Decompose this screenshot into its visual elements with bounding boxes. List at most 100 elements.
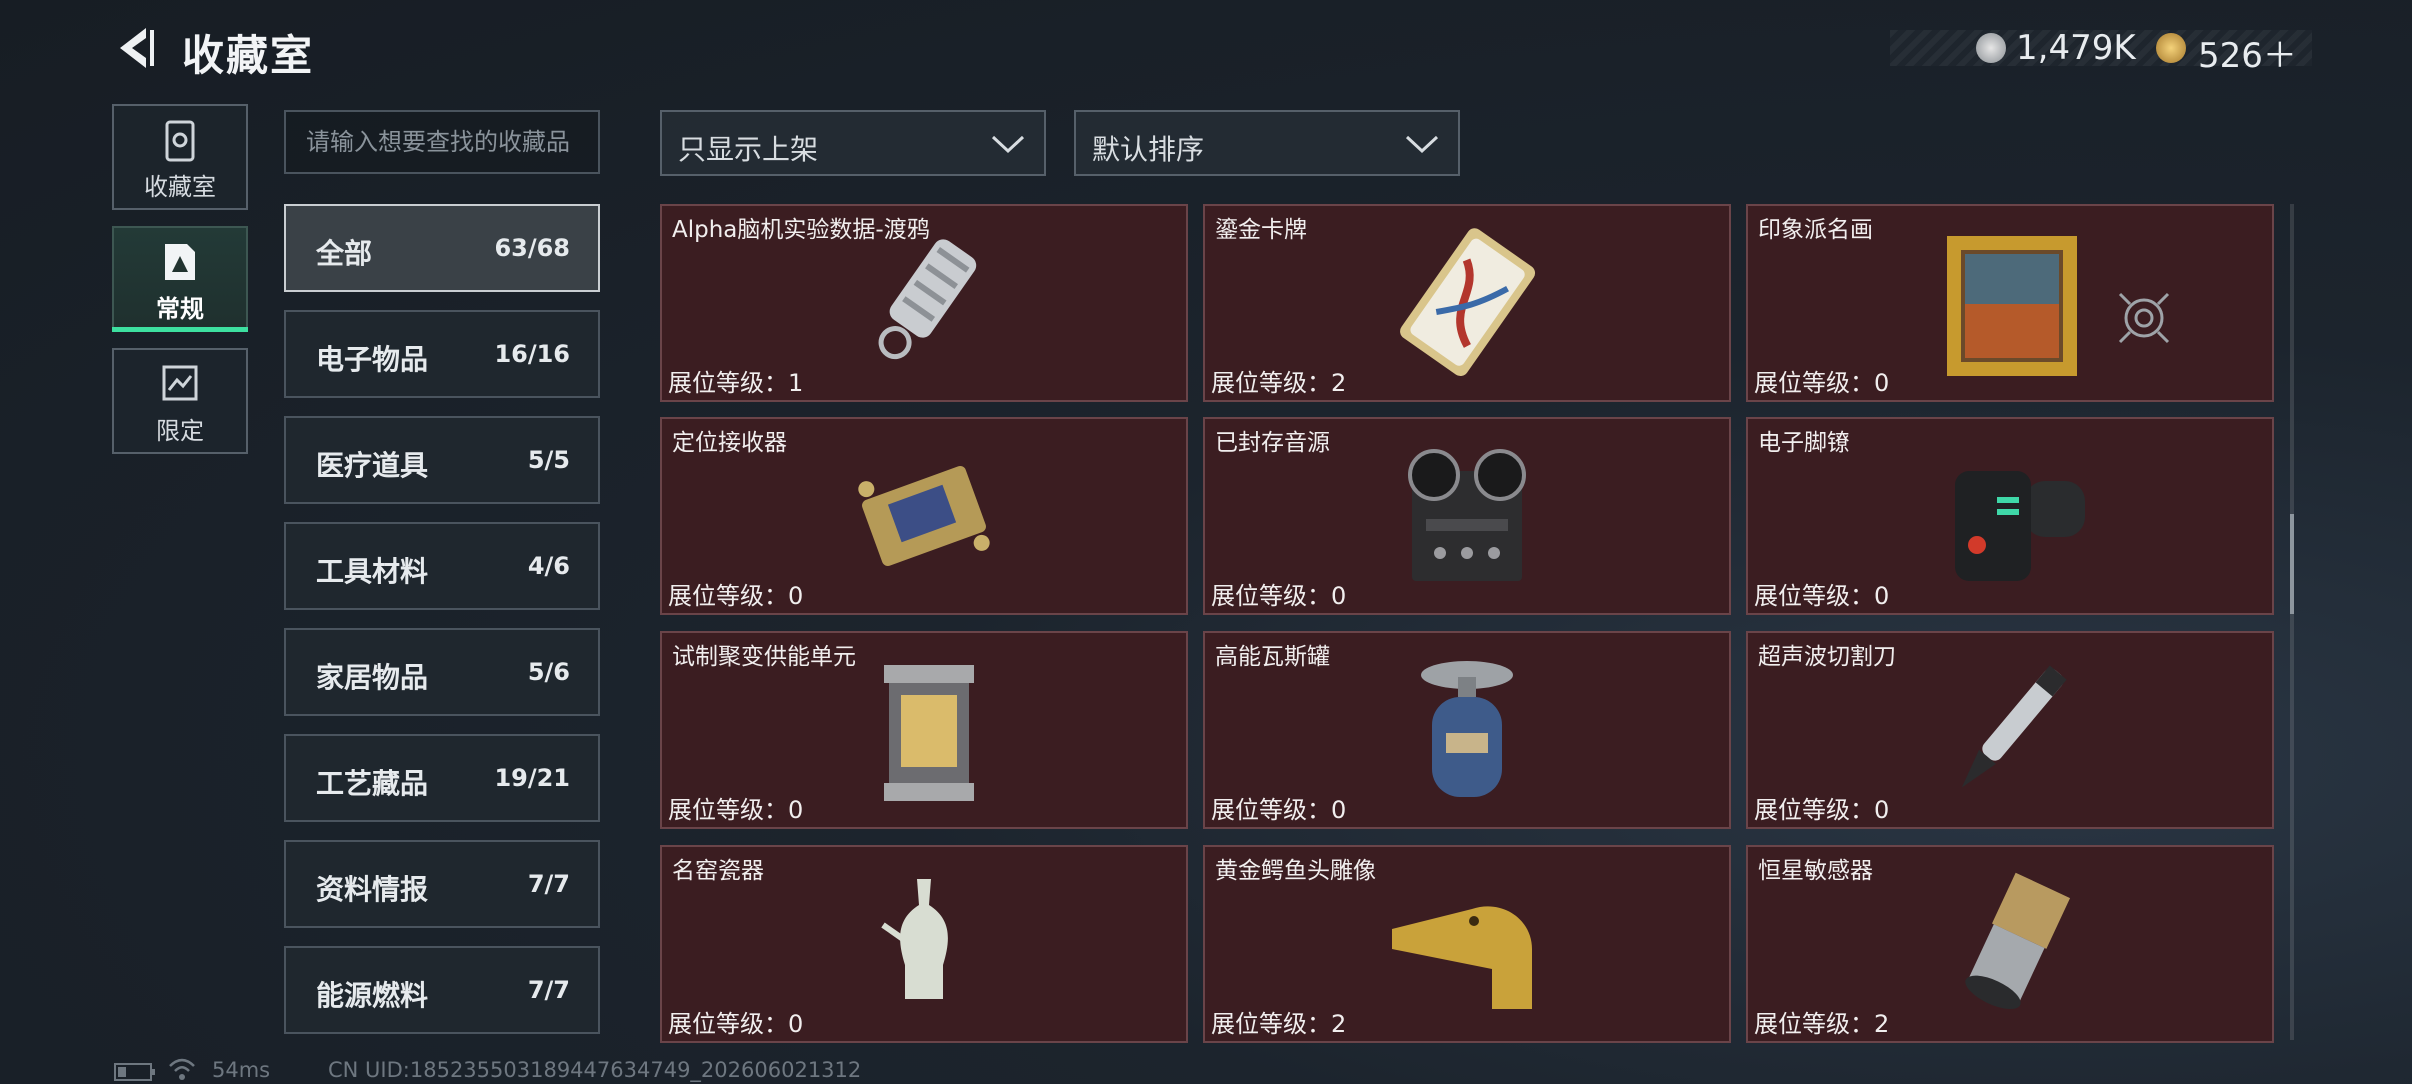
scrollbar-thumb[interactable] xyxy=(2290,514,2294,614)
exhibit-level: 展位等级：1 xyxy=(668,369,804,397)
item-name: 印象派名画 xyxy=(1758,217,1873,243)
item-name: 超声波切割刀 xyxy=(1758,644,1896,670)
silver-currency-value: 1,479K xyxy=(2016,28,2136,68)
fusion-cell-icon xyxy=(884,665,974,801)
category-name: 电子物品 xyxy=(316,343,429,376)
back-arrow-icon[interactable] xyxy=(112,24,160,72)
nav-tab-label: 限定 xyxy=(156,417,204,445)
category-name: 医疗道具 xyxy=(316,449,429,482)
item-card[interactable]: 高能瓦斯罐 展位等级：0 xyxy=(1203,631,1731,829)
item-card[interactable]: 定位接收器 展位等级：0 xyxy=(660,417,1188,615)
item-card[interactable]: 试制聚变供能单元 展位等级：0 xyxy=(660,631,1188,829)
category-name: 能源燃料 xyxy=(316,979,429,1012)
battery-icon xyxy=(114,1063,155,1081)
target-icon[interactable] xyxy=(2116,290,2172,346)
nav-tab-collection[interactable]: 收藏室 xyxy=(112,104,248,210)
exhibit-level: 展位等级：2 xyxy=(1211,369,1347,397)
display-filter-value: 只显示上架 xyxy=(678,133,819,166)
exhibit-level: 展位等级：2 xyxy=(1754,1010,1890,1038)
exhibit-level: 展位等级：0 xyxy=(1211,796,1347,824)
item-card[interactable]: 已封存音源 展位等级：0 xyxy=(1203,417,1731,615)
category-count: 7/7 xyxy=(527,976,570,1004)
gold-coin-icon xyxy=(2156,33,2186,63)
gilded-card-icon xyxy=(1400,228,1536,377)
item-card[interactable]: 黄金鳄鱼头雕像 展位等级：2 xyxy=(1203,845,1731,1043)
regular-card-icon xyxy=(165,244,195,280)
item-name: 黄金鳄鱼头雕像 xyxy=(1215,858,1376,884)
category-count: 7/7 xyxy=(527,870,570,898)
category-household[interactable]: 家居物品 5/6 xyxy=(284,628,600,716)
ultrasonic-cutter-icon xyxy=(1961,665,2067,788)
item-name: 电子脚镣 xyxy=(1758,430,1850,456)
category-medical[interactable]: 医疗道具 5/5 xyxy=(284,416,600,504)
item-name: 名窑瓷器 xyxy=(672,858,764,884)
category-crafts[interactable]: 工艺藏品 19/21 xyxy=(284,734,600,822)
item-card[interactable]: 恒星敏感器 展位等级：2 xyxy=(1746,845,2274,1043)
exhibit-level: 展位等级：0 xyxy=(668,796,804,824)
category-intel[interactable]: 资料情报 7/7 xyxy=(284,840,600,928)
exhibit-level: 展位等级：0 xyxy=(1211,582,1347,610)
collection-box-icon xyxy=(165,120,195,162)
category-count: 19/21 xyxy=(494,764,570,792)
ping-value: 54ms xyxy=(212,1058,271,1082)
category-all[interactable]: 全部 63/68 xyxy=(284,204,600,292)
item-card[interactable]: 电子脚镣 展位等级：0 xyxy=(1746,417,2274,615)
sort-dropdown[interactable]: 默认排序 xyxy=(1074,110,1460,176)
chevron-down-icon xyxy=(991,135,1025,154)
item-name: 已封存音源 xyxy=(1215,430,1330,456)
usb-drive-icon xyxy=(878,239,977,360)
exhibit-level: 展位等级：0 xyxy=(668,1010,804,1038)
locator-receiver-icon xyxy=(858,465,990,567)
porcelain-vase-icon xyxy=(881,879,948,999)
category-count: 5/5 xyxy=(527,446,570,474)
chevron-down-icon xyxy=(1405,135,1439,154)
wifi-icon xyxy=(169,1058,195,1080)
exhibit-level: 展位等级：0 xyxy=(668,582,804,610)
item-card[interactable]: 超声波切割刀 展位等级：0 xyxy=(1746,631,2274,829)
page-title: 收藏室 xyxy=(182,31,315,80)
uid-text: CN UID:18523550318944763474​9_2026060213… xyxy=(328,1058,862,1082)
item-card[interactable]: 印象派名画 展位等级：0 xyxy=(1746,204,2274,402)
limited-card-icon xyxy=(162,365,198,401)
item-grid-scrollbar[interactable] xyxy=(2290,204,2294,1040)
gold-currency-value[interactable]: 526＋ xyxy=(2198,28,2297,77)
sort-value: 默认排序 xyxy=(1092,133,1205,166)
framed-painting-icon xyxy=(1947,236,2077,376)
reel-recorder-icon xyxy=(1408,449,1526,581)
search-box xyxy=(284,110,600,174)
gas-canister-icon xyxy=(1421,661,1513,797)
exhibit-level: 展位等级：0 xyxy=(1754,582,1890,610)
nav-tab-regular[interactable]: 常规 xyxy=(112,226,248,332)
item-name: 鎏金卡牌 xyxy=(1215,217,1307,243)
star-sensor-icon xyxy=(1965,872,2071,1010)
nav-tab-limited[interactable]: 限定 xyxy=(112,348,248,454)
nav-tab-label: 收藏室 xyxy=(144,173,216,201)
category-name: 资料情报 xyxy=(316,873,429,906)
category-tools[interactable]: 工具材料 4/6 xyxy=(284,522,600,610)
item-name: 定位接收器 xyxy=(672,430,787,456)
category-name: 工具材料 xyxy=(316,555,429,588)
display-filter-dropdown[interactable]: 只显示上架 xyxy=(660,110,1046,176)
category-electronics[interactable]: 电子物品 16/16 xyxy=(284,310,600,398)
item-card[interactable]: Alpha脑机实验数据-渡鸦 展位等级：1 xyxy=(660,204,1188,402)
exhibit-level: 展位等级：0 xyxy=(1754,369,1890,397)
search-input[interactable] xyxy=(286,112,598,172)
header: 收藏室 1,479K 526＋ xyxy=(0,0,2412,100)
gold-crocodile-icon xyxy=(1392,906,1532,1009)
silver-coin-icon xyxy=(1976,33,2006,63)
category-name: 家居物品 xyxy=(316,661,429,694)
category-count: 5/6 xyxy=(527,658,570,686)
category-count: 63/68 xyxy=(494,234,570,262)
category-count: 16/16 xyxy=(494,340,570,368)
item-card[interactable]: 名窑瓷器 展位等级：0 xyxy=(660,845,1188,1043)
item-name: 恒星敏感器 xyxy=(1758,858,1873,884)
category-name: 全部 xyxy=(316,237,373,270)
category-count: 4/6 xyxy=(527,552,570,580)
nav-tab-label: 常规 xyxy=(156,295,204,323)
exhibit-level: 展位等级：0 xyxy=(1754,796,1890,824)
item-name: 试制聚变供能单元 xyxy=(672,644,856,670)
category-energy[interactable]: 能源燃料 7/7 xyxy=(284,946,600,1034)
item-card[interactable]: 鎏金卡牌 展位等级：2 xyxy=(1203,204,1731,402)
exhibit-level: 展位等级：2 xyxy=(1211,1010,1347,1038)
category-name: 工艺藏品 xyxy=(316,767,429,800)
